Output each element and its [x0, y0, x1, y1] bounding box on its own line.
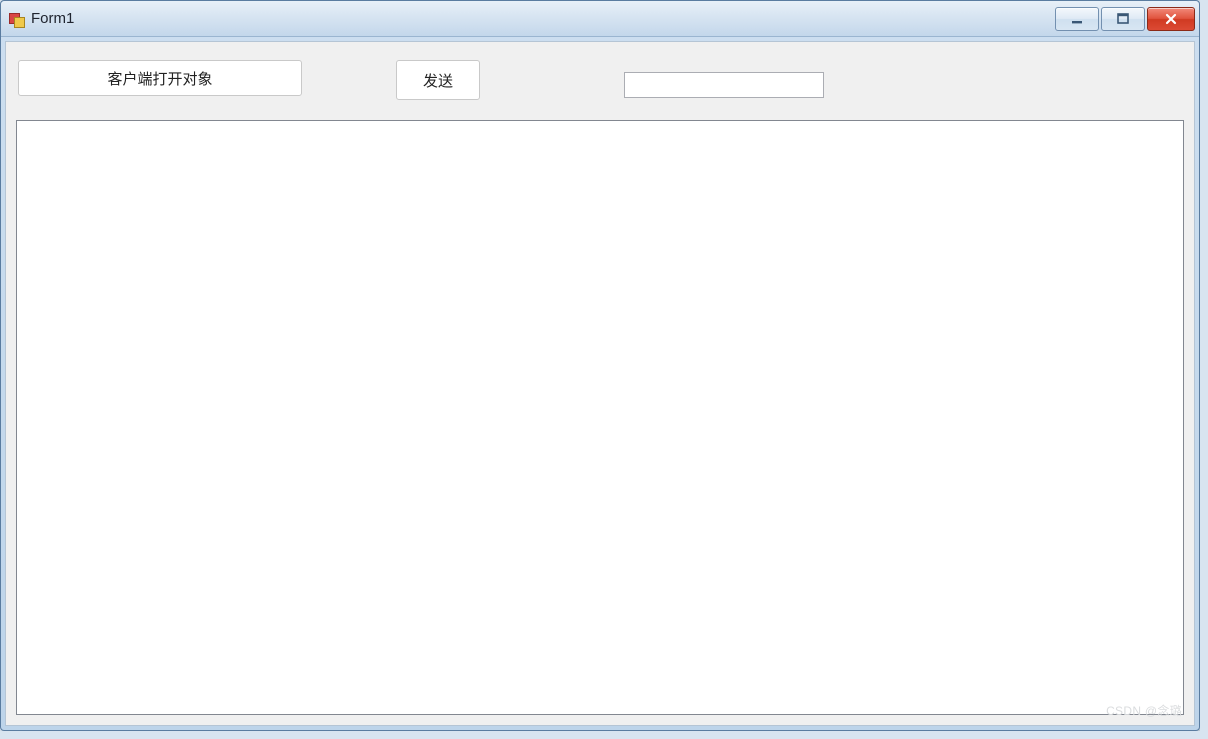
- app-icon: [9, 11, 25, 27]
- client-area: 客户端打开对象 发送 CSDN @念璐: [5, 41, 1195, 726]
- app-window: Form1 客户端打开对象: [0, 0, 1200, 731]
- window-title: Form1: [31, 10, 74, 27]
- maximize-button[interactable]: [1101, 7, 1145, 31]
- window-controls: [1055, 7, 1195, 31]
- open-client-button[interactable]: 客户端打开对象: [18, 60, 302, 96]
- output-textarea[interactable]: [16, 120, 1184, 715]
- titlebar[interactable]: Form1: [1, 1, 1199, 37]
- minimize-icon: [1070, 12, 1084, 26]
- send-button[interactable]: 发送: [396, 60, 480, 100]
- message-input[interactable]: [624, 72, 824, 98]
- maximize-icon: [1116, 12, 1130, 26]
- toolbar: 客户端打开对象 发送: [6, 42, 1194, 112]
- close-button[interactable]: [1147, 7, 1195, 31]
- minimize-button[interactable]: [1055, 7, 1099, 31]
- close-icon: [1164, 12, 1178, 26]
